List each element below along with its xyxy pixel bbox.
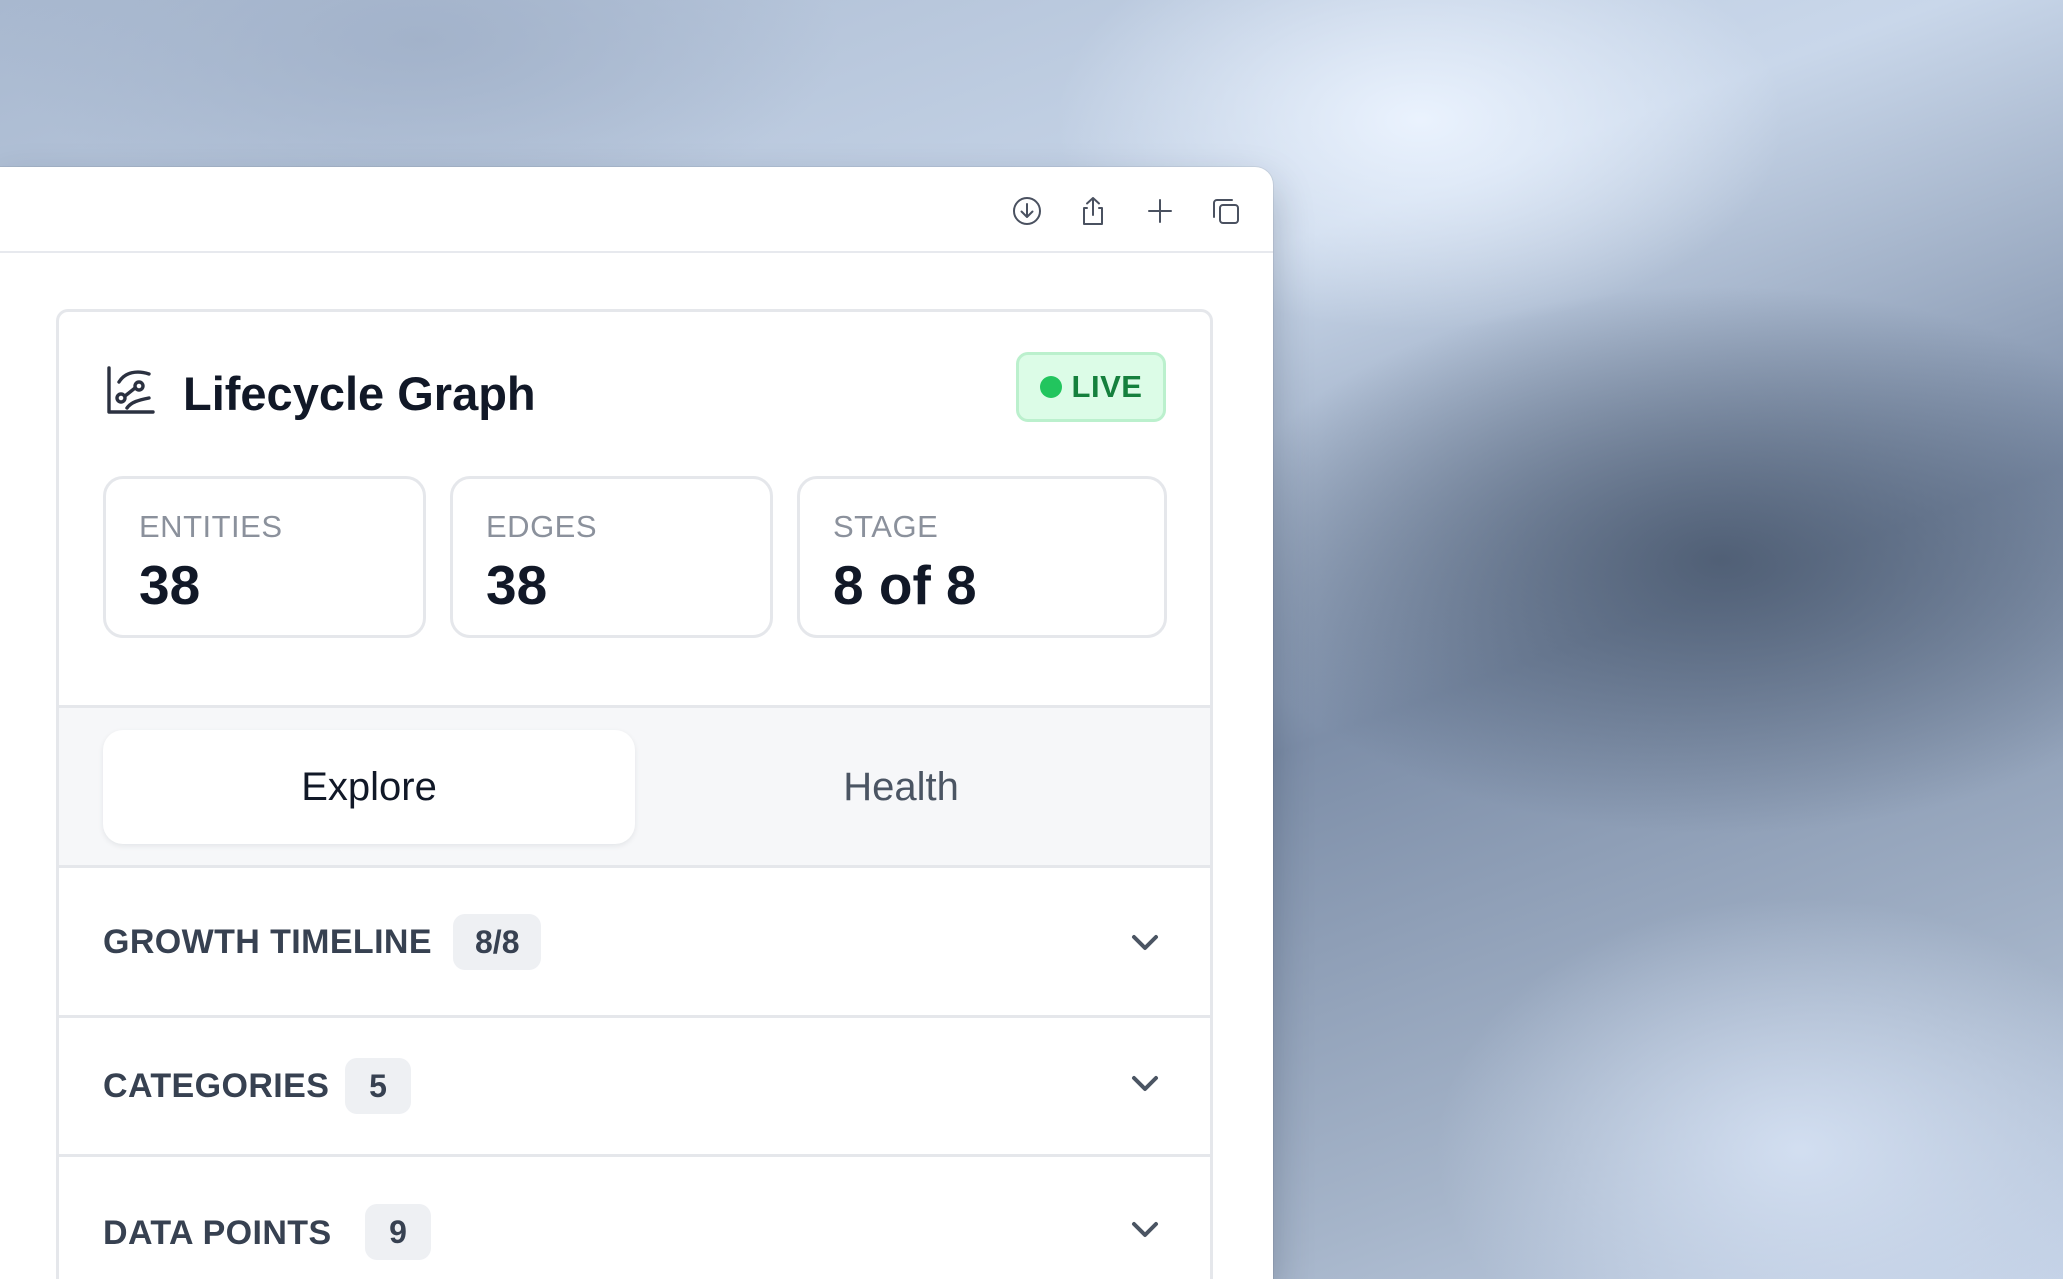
chevron-down-icon[interactable] [1126, 923, 1164, 961]
stat-stage: STAGE 8 of 8 [797, 476, 1167, 638]
section-title: DATA POINTS [103, 1214, 332, 1252]
stat-value: 8 of 8 [833, 554, 977, 616]
share-icon[interactable] [1071, 189, 1115, 233]
stat-value: 38 [486, 554, 548, 616]
chevron-down-icon[interactable] [1126, 1064, 1164, 1102]
tab-bar: Explore Health [59, 708, 1210, 868]
stat-label: ENTITIES [139, 509, 283, 544]
section-count-badge: 8/8 [453, 914, 542, 970]
download-icon[interactable] [1005, 189, 1049, 233]
stat-label: STAGE [833, 509, 939, 544]
graph-chart-icon [105, 364, 157, 416]
section-count-badge: 5 [345, 1058, 411, 1114]
page-title: Lifecycle Graph [183, 367, 536, 420]
card-header: Lifecycle Graph LIVE ENTITIES 38 EDGES 3… [59, 312, 1210, 708]
section-count-badge: 9 [365, 1204, 431, 1260]
tab-explore[interactable]: Explore [103, 730, 635, 844]
section-growth-timeline[interactable]: GROWTH TIMELINE 8/8 [59, 868, 1210, 1018]
plus-icon[interactable] [1138, 189, 1182, 233]
stats-row: ENTITIES 38 EDGES 38 STAGE 8 of 8 [103, 476, 1167, 638]
app-window: Lifecycle Graph LIVE ENTITIES 38 EDGES 3… [0, 167, 1273, 1279]
stat-label: EDGES [486, 509, 598, 544]
stat-value: 38 [139, 554, 201, 616]
stat-edges: EDGES 38 [450, 476, 773, 638]
status-badge-label: LIVE [1071, 369, 1143, 404]
section-data-points[interactable]: DATA POINTS 9 [59, 1157, 1210, 1279]
tab-health[interactable]: Health [635, 730, 1167, 844]
lifecycle-graph-card: Lifecycle Graph LIVE ENTITIES 38 EDGES 3… [56, 309, 1213, 1279]
status-badge: LIVE [1016, 352, 1166, 422]
stat-entities: ENTITIES 38 [103, 476, 426, 638]
section-title: GROWTH TIMELINE [103, 923, 432, 961]
toolbar [0, 167, 1273, 253]
section-categories[interactable]: CATEGORIES 5 [59, 1018, 1210, 1157]
chevron-down-icon[interactable] [1126, 1210, 1164, 1248]
copy-icon[interactable] [1204, 189, 1248, 233]
live-dot-icon [1039, 376, 1062, 398]
section-title: CATEGORIES [103, 1067, 330, 1105]
